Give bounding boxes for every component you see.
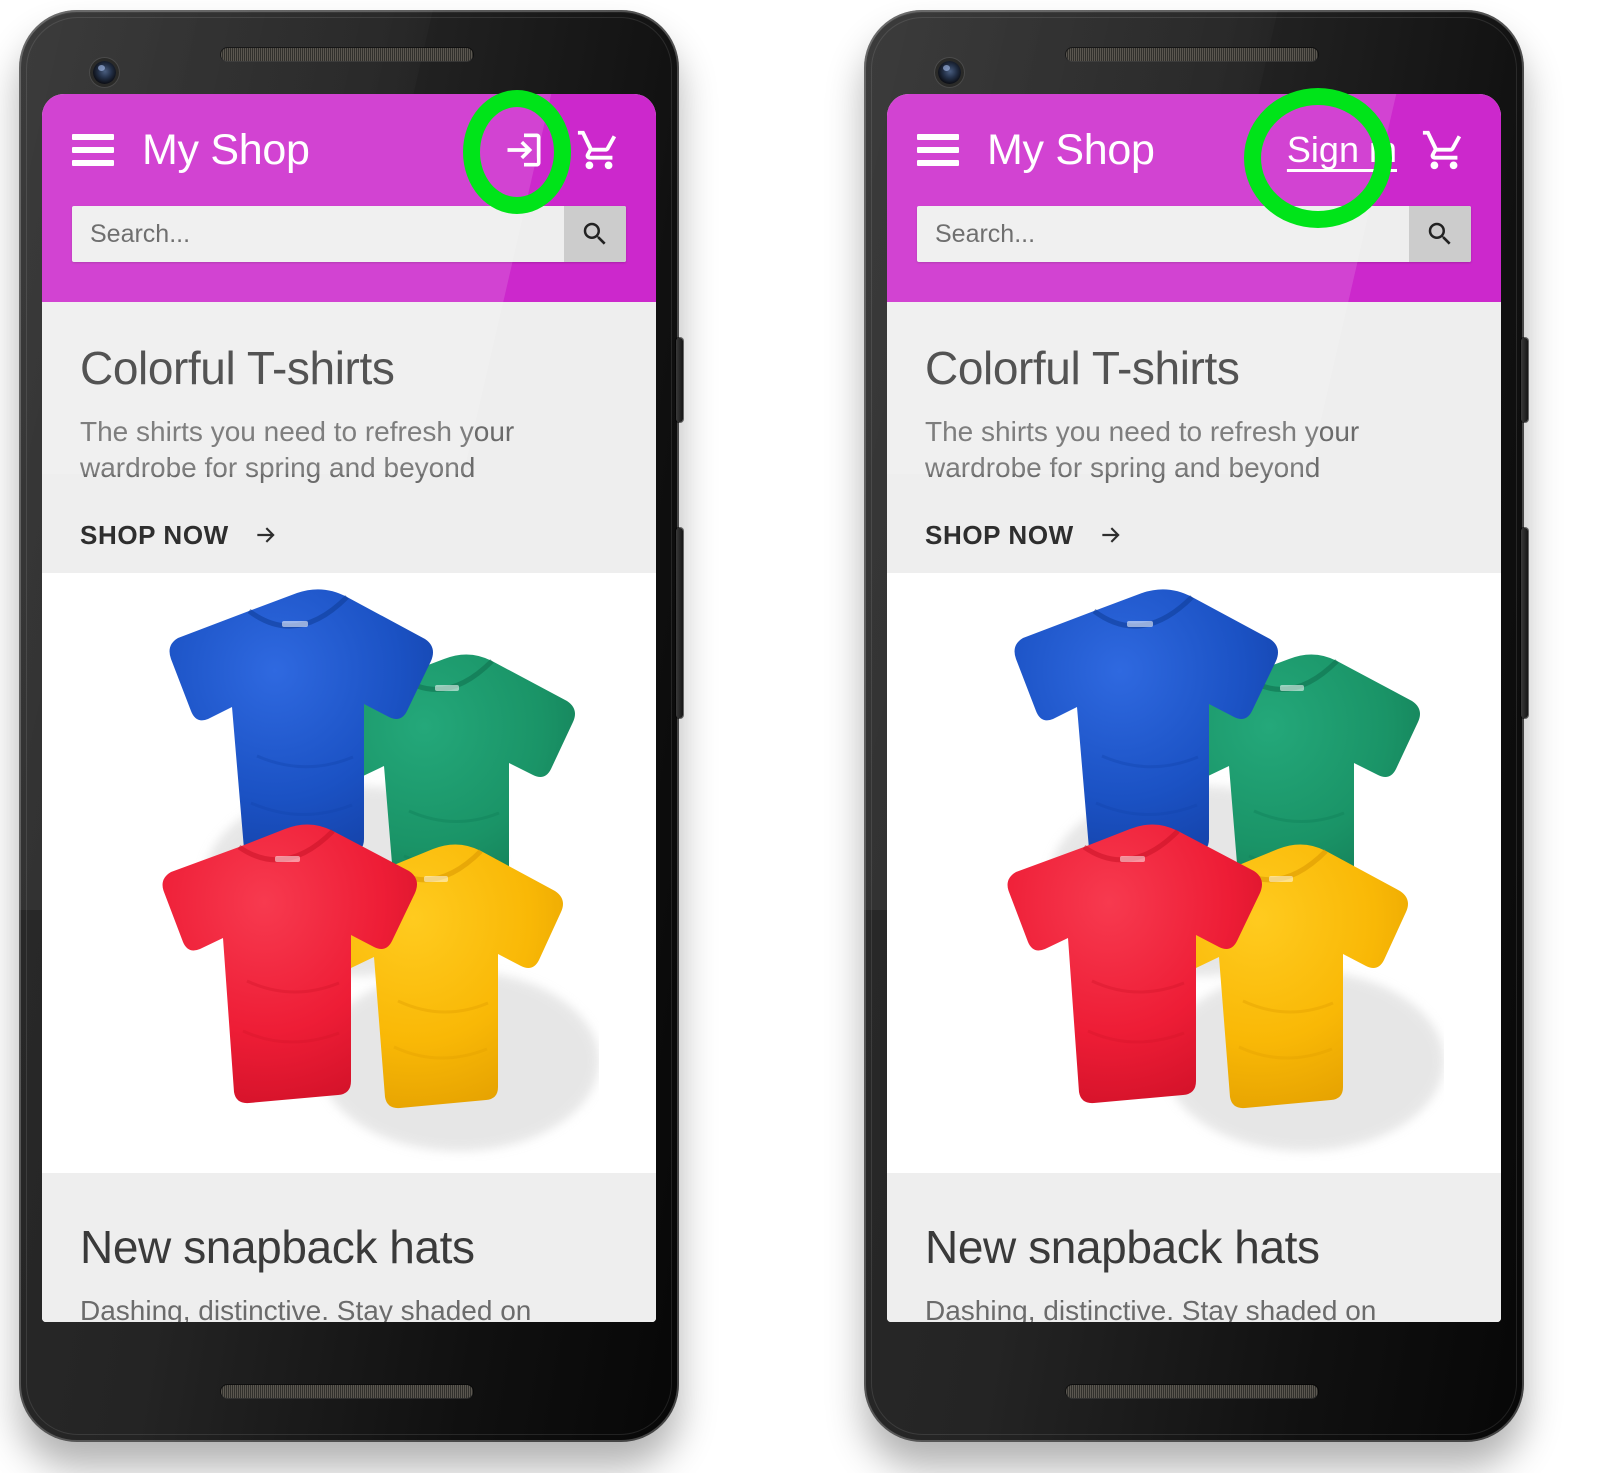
hero-title: Colorful T-shirts <box>925 342 1240 394</box>
tshirts-photo <box>1007 589 1444 1151</box>
page-content: Colorful T-shirts The shirts you need to… <box>42 302 656 1322</box>
comparison-stage: My Shop Search... Colorful T-shirts The … <box>0 0 1600 1473</box>
front-camera-lens <box>93 61 116 84</box>
front-camera-lens <box>938 61 961 84</box>
search-field[interactable] <box>917 206 1471 262</box>
next-card-title: New snapback hats <box>80 1220 475 1273</box>
phone-mockup-right: My Shop Sign in Search... Colorful T-shi… <box>842 8 1542 1458</box>
bottom-speaker-grille <box>1066 1385 1318 1398</box>
shop-now-label: SHOP NOW <box>80 519 229 550</box>
hero-subtitle: The shirts you need to refresh your ward… <box>925 416 1360 484</box>
hero-card-text: Colorful T-shirts The shirts you need to… <box>887 302 1501 551</box>
cart-button[interactable] <box>1413 118 1475 182</box>
volume-rocker-button[interactable] <box>1521 528 1528 718</box>
hero-card: Colorful T-shirts The shirts you need to… <box>42 302 656 1173</box>
tshirts-photo <box>162 589 599 1151</box>
hero-card-text: Colorful T-shirts The shirts you need to… <box>42 302 656 551</box>
search-icon <box>583 222 606 245</box>
power-button[interactable] <box>1521 338 1528 422</box>
hero-subtitle: The shirts you need to refresh your ward… <box>80 416 515 484</box>
app-bar: My Shop <box>42 94 656 302</box>
shop-now-button[interactable]: SHOP NOW <box>80 520 283 551</box>
earpiece-speaker-grille <box>221 48 473 61</box>
shopping-cart-icon <box>1422 130 1462 170</box>
search-field[interactable] <box>72 206 626 262</box>
phone-mockup-left: My Shop Search... Colorful T-shirts The … <box>0 8 697 1458</box>
cart-button[interactable] <box>568 118 630 182</box>
hamburger-menu-icon[interactable] <box>917 134 959 166</box>
app-title: My Shop <box>142 125 310 174</box>
search-input[interactable] <box>917 206 1409 262</box>
hero-title: Colorful T-shirts <box>80 342 395 394</box>
sign-in-label: Sign in <box>1286 129 1397 170</box>
page-content: Colorful T-shirts The shirts you need to… <box>887 302 1501 1322</box>
login-icon <box>507 133 541 167</box>
bottom-speaker-grille <box>221 1385 473 1398</box>
shopping-cart-icon <box>577 130 617 170</box>
search-input[interactable] <box>72 206 564 262</box>
shop-now-button[interactable]: SHOP NOW <box>925 520 1128 551</box>
next-card-subtitle: Dashing, distinctive. Stay shaded on sun… <box>80 1295 532 1322</box>
shop-now-label: SHOP NOW <box>925 519 1074 550</box>
search-submit-button[interactable] <box>564 206 626 262</box>
next-card: New snapback hats Dashing, distinctive. … <box>887 1172 1501 1322</box>
next-card: New snapback hats Dashing, distinctive. … <box>42 1172 656 1322</box>
next-card-title: New snapback hats <box>925 1220 1320 1273</box>
search-icon <box>1428 222 1451 245</box>
phone-screen-left: My Shop Search... Colorful T-shirts The … <box>42 94 656 1322</box>
sign-in-text-button[interactable]: Sign in <box>1287 118 1397 182</box>
hamburger-menu-icon[interactable] <box>72 134 114 166</box>
volume-rocker-button[interactable] <box>676 528 683 718</box>
hero-card: Colorful T-shirts The shirts you need to… <box>887 302 1501 1173</box>
login-icon-button[interactable] <box>492 118 556 182</box>
next-card-subtitle: Dashing, distinctive. Stay shaded on sun… <box>925 1295 1377 1322</box>
app-bar-row: My Shop <box>42 94 656 206</box>
arrow-right-icon <box>1102 527 1120 544</box>
phone-screen-right: My Shop Sign in Search... Colorful T-shi… <box>887 94 1501 1322</box>
power-button[interactable] <box>676 338 683 422</box>
search-row <box>42 206 656 262</box>
app-bar-row: My Shop Sign in <box>887 94 1501 206</box>
hero-photo <box>42 572 656 1173</box>
earpiece-speaker-grille <box>1066 48 1318 61</box>
app-bar: My Shop Sign in <box>887 94 1501 302</box>
app-title: My Shop <box>987 125 1155 174</box>
hero-photo <box>887 572 1501 1173</box>
search-submit-button[interactable] <box>1409 206 1471 262</box>
arrow-right-icon <box>257 527 275 544</box>
search-row <box>887 206 1501 262</box>
